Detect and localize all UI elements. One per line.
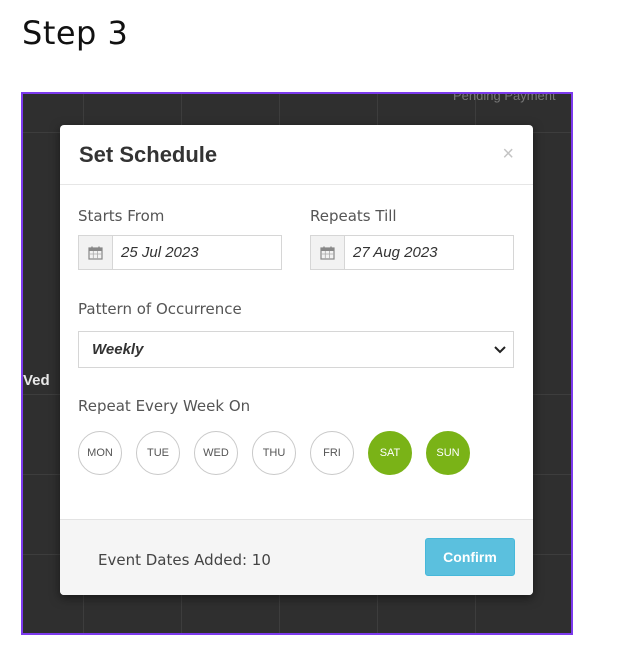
day-toggle-sun[interactable]: SUN	[426, 431, 470, 475]
calendar-icon[interactable]	[311, 236, 345, 269]
set-schedule-modal: Set Schedule × Starts From 25 Jul 2023 R…	[60, 125, 533, 595]
modal-title: Set Schedule	[79, 142, 218, 167]
close-icon[interactable]: ×	[502, 144, 514, 164]
day-toggle-sat[interactable]: SAT	[368, 431, 412, 475]
repeats-till-field[interactable]: 27 Aug 2023	[310, 235, 514, 270]
weekday-selector: MON TUE WED THU FRI SAT SUN	[78, 431, 484, 475]
day-toggle-mon[interactable]: MON	[78, 431, 122, 475]
repeat-every-label: Repeat Every Week On	[78, 397, 251, 415]
modal-footer: Event Dates Added: 10 Confirm	[60, 519, 533, 595]
repeats-till-value[interactable]: 27 Aug 2023	[345, 236, 438, 269]
pattern-select[interactable]: Weekly	[78, 331, 514, 368]
repeats-till-label: Repeats Till	[310, 207, 397, 225]
step-title: Step 3	[22, 14, 129, 52]
modal-header: Set Schedule ×	[60, 125, 533, 185]
day-toggle-wed[interactable]: WED	[194, 431, 238, 475]
starts-from-label: Starts From	[78, 207, 165, 225]
calendar-icon[interactable]	[79, 236, 113, 269]
confirm-button[interactable]: Confirm	[425, 538, 515, 576]
background-day-label: Ved	[23, 372, 50, 389]
day-toggle-thu[interactable]: THU	[252, 431, 296, 475]
day-toggle-fri[interactable]: FRI	[310, 431, 354, 475]
background-status-text: Pending Payment	[453, 92, 556, 103]
day-toggle-tue[interactable]: TUE	[136, 431, 180, 475]
pattern-select-value[interactable]: Weekly	[92, 341, 143, 358]
starts-from-field[interactable]: 25 Jul 2023	[78, 235, 282, 270]
starts-from-value[interactable]: 25 Jul 2023	[113, 236, 199, 269]
pattern-label: Pattern of Occurrence	[78, 300, 242, 318]
event-dates-count: Event Dates Added: 10	[98, 551, 271, 569]
chevron-down-icon[interactable]	[493, 340, 507, 363]
app-screenshot-frame: Pending Payment Ved Set Schedule × Start…	[21, 92, 573, 635]
